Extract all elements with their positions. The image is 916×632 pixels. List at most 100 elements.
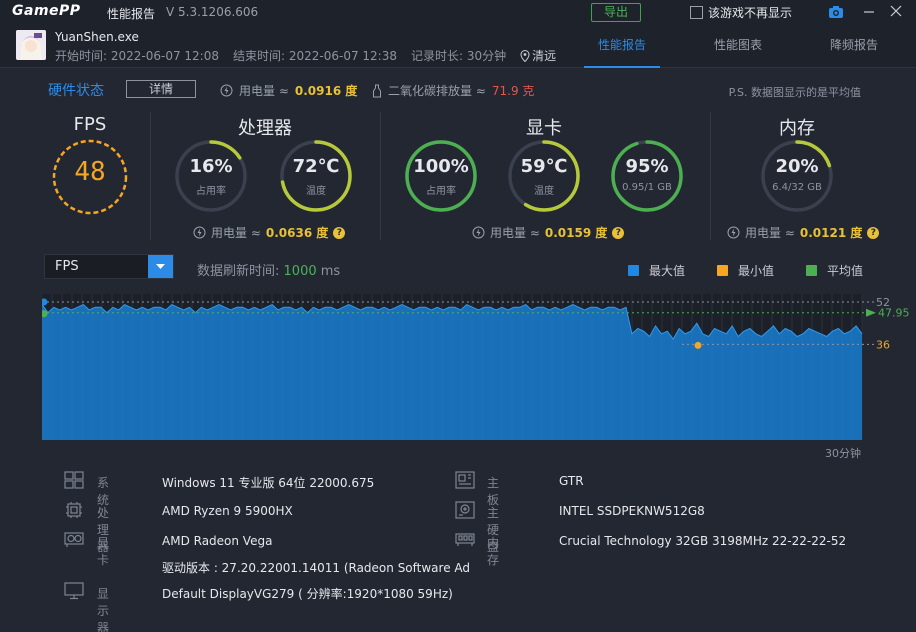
bottle-icon xyxy=(373,84,381,97)
power-icon xyxy=(727,226,740,239)
co2-emission: 二氧化碳排放量 ≈ 71.9 克 xyxy=(372,82,534,99)
gamepp-logo: GamePP xyxy=(12,3,81,19)
total-power-label: 用电量 ≈ xyxy=(239,84,289,98)
no-show-toggle[interactable]: 该游戏不再显示 xyxy=(690,4,792,21)
duration: 记录时长: 30分钟 xyxy=(411,49,507,63)
divider xyxy=(150,112,151,240)
spec-key-monitor: 显示器 xyxy=(97,587,110,632)
ram-power-value: 0.0121 度 xyxy=(799,226,863,240)
cpu-power-value: 0.0636 度 xyxy=(265,226,329,240)
help-icon[interactable]: ? xyxy=(333,226,346,239)
end-time: 结束时间: 2022-06-07 12:38 xyxy=(233,49,397,63)
legend-min: 最小值 xyxy=(717,262,774,279)
spec-key-motherboard: 主板 xyxy=(487,476,500,507)
refresh-unit: ms xyxy=(320,264,341,279)
camera-icon[interactable] xyxy=(828,4,844,20)
spec-value-cpu: AMD Ryzen 9 5900HX xyxy=(162,504,293,518)
gpu-power-value: 0.0159 度 xyxy=(544,226,608,240)
legend-max: 最大值 xyxy=(628,262,685,279)
process-name: YuanShen.exe xyxy=(55,30,139,44)
cpu-icon xyxy=(66,502,82,518)
location-pin-icon xyxy=(520,49,530,62)
title-bar: GamePP 性能报告 V 5.3.1206.606 导出 该游戏不再显示 xyxy=(0,0,916,24)
divider xyxy=(380,112,381,240)
fps-chart: 5247.9536 xyxy=(42,294,910,440)
legend-swatch xyxy=(717,265,729,276)
power-icon xyxy=(193,226,206,239)
spec-value-disk: INTEL SSDPEKNW512G8 xyxy=(559,504,705,518)
cpu-power-label: 用电量 ≈ xyxy=(211,226,261,240)
min-value-label: 36 xyxy=(876,338,890,351)
fps-value: 48 xyxy=(74,157,106,187)
refresh-value: 1000 xyxy=(283,264,317,279)
spec-value-gpu: AMD Radeon Vega xyxy=(162,534,273,548)
gpu-temp-gauge: 59℃ 温度 xyxy=(506,138,582,214)
no-show-label: 该游戏不再显示 xyxy=(708,6,793,20)
help-icon[interactable]: ? xyxy=(867,226,880,239)
report-tabs: 性能报告 性能图表 降频报告 xyxy=(583,24,892,68)
avg-arrow xyxy=(866,308,876,317)
hardware-status-title: 硬件状态 xyxy=(48,83,104,99)
session-meta: 开始时间: 2022-06-07 12:08 结束时间: 2022-06-07 … xyxy=(55,47,556,64)
session-info-bar: YuanShen.exe 开始时间: 2022-06-07 12:08 结束时间… xyxy=(0,24,916,68)
co2-label: 二氧化碳排放量 ≈ xyxy=(388,84,486,98)
gauge-label: 6.4/32 GB xyxy=(772,182,822,193)
gauge-value: 72℃ xyxy=(292,156,340,177)
cpu-usage-gauge: 16% 占用率 xyxy=(173,138,249,214)
gauge-label: 0.95/1 GB xyxy=(622,182,672,193)
average-note: P.S. 数据图显示的是平均值 xyxy=(728,86,861,99)
divider xyxy=(710,112,711,240)
no-show-checkbox[interactable] xyxy=(690,6,703,19)
legend-avg: 平均值 xyxy=(806,262,863,279)
ram-power: 用电量 ≈ 0.0121 度 ? xyxy=(727,224,880,241)
gauge-value: 16% xyxy=(189,156,233,177)
gpu-icon xyxy=(64,532,84,547)
spec-key-ram: 内存 xyxy=(487,536,500,567)
cpu-temp-gauge: 72℃ 温度 xyxy=(278,138,354,214)
metric-select-value: FPS xyxy=(55,259,79,274)
fps-section-title: FPS xyxy=(73,114,107,135)
legend-label: 最小值 xyxy=(738,264,775,278)
gpu-power: 用电量 ≈ 0.0159 度 ? xyxy=(472,224,625,241)
tab-performance-charts[interactable]: 性能图表 xyxy=(700,24,776,68)
metric-select[interactable]: FPS xyxy=(44,254,174,279)
time-axis-label: 30分钟 xyxy=(825,447,861,460)
app-version: V 5.3.1206.606 xyxy=(166,5,259,19)
tab-performance-report[interactable]: 性能报告 xyxy=(583,24,660,68)
export-button[interactable]: 导出 xyxy=(591,3,641,22)
legend-label: 平均值 xyxy=(827,264,864,278)
windows-icon xyxy=(64,471,84,489)
spec-value-monitor: Default DisplayVG279 ( 分辨率:1920*1080 59H… xyxy=(162,587,453,601)
spec-key-os: 系 统 xyxy=(97,476,122,507)
gpu-memory-gauge: 95% 0.95/1 GB xyxy=(609,138,685,214)
monitor-icon xyxy=(64,582,84,600)
refresh-label: 数据刷新时间: xyxy=(197,264,280,279)
refresh-interval: 数据刷新时间: 1000 ms xyxy=(197,260,340,279)
start-time: 开始时间: 2022-06-07 12:08 xyxy=(55,49,219,63)
details-button[interactable]: 详情 xyxy=(126,80,196,98)
gauge-value: 20% xyxy=(775,156,819,177)
ram-usage-gauge: 20% 6.4/32 GB xyxy=(759,138,835,214)
motherboard-icon xyxy=(455,471,475,489)
cpu-power: 用电量 ≈ 0.0636 度 ? xyxy=(193,224,346,241)
minimize-icon[interactable] xyxy=(862,4,876,18)
disk-icon xyxy=(455,501,475,519)
co2-value: 71.9 克 xyxy=(491,84,535,98)
spec-value-os: Windows 11 专业版 64位 22000.675 xyxy=(162,476,375,490)
gauge-label: 温度 xyxy=(306,186,326,197)
game-avatar xyxy=(16,30,46,60)
gauge-label: 占用率 xyxy=(196,186,226,197)
total-power: 用电量 ≈ 0.0916 度 xyxy=(220,82,357,99)
ram-power-label: 用电量 ≈ xyxy=(745,226,795,240)
legend-swatch xyxy=(806,265,818,276)
help-icon[interactable]: ? xyxy=(612,226,625,239)
cpu-section-title: 处理器 xyxy=(238,118,292,139)
legend-swatch xyxy=(628,265,639,276)
ram-icon xyxy=(455,533,475,546)
power-icon xyxy=(220,84,233,97)
tab-throttle-report[interactable]: 降频报告 xyxy=(816,24,892,68)
close-icon[interactable] xyxy=(889,4,903,18)
gauge-value: 100% xyxy=(413,156,469,177)
dropdown-arrow-icon[interactable] xyxy=(148,255,173,278)
power-icon xyxy=(472,226,485,239)
